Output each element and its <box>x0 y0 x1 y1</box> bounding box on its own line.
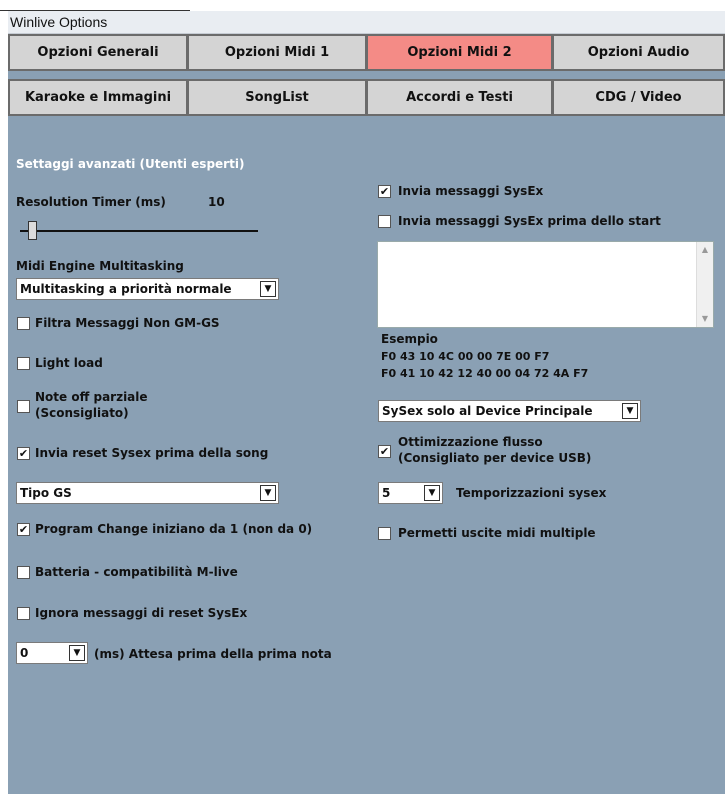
scroll-up-icon[interactable]: ▲ <box>697 242 713 258</box>
batteria-label: Batteria - compatibilità M-live <box>35 565 238 579</box>
invia-sysex-start-checkbox[interactable] <box>378 215 391 228</box>
note-off-checkbox[interactable] <box>17 400 30 413</box>
device-value: SySex solo al Device Principale <box>382 404 593 418</box>
permetti-label: Permetti uscite midi multiple <box>398 526 596 540</box>
midi-engine-value: Multitasking a priorità normale <box>20 282 232 296</box>
tab-opzioni-midi-2[interactable]: Opzioni Midi 2 <box>366 34 553 71</box>
chevron-down-icon[interactable]: ▼ <box>622 403 638 419</box>
ottimizzazione-checkbox[interactable]: ✔ <box>378 445 391 458</box>
temporizzazioni-select[interactable]: 5 ▼ <box>378 482 443 504</box>
attesa-value: 0 <box>20 646 29 660</box>
sysex-textarea[interactable]: ▲ ▼ <box>377 241 714 328</box>
ignora-checkbox[interactable] <box>17 607 30 620</box>
top-underline <box>0 0 190 11</box>
resolution-timer-label: Resolution Timer (ms) <box>16 195 166 209</box>
light-load-checkbox[interactable] <box>17 357 30 370</box>
permetti-checkbox[interactable] <box>378 527 391 540</box>
midi-engine-label: Midi Engine Multitasking <box>16 259 184 273</box>
note-off-label-line1: Note off parziale <box>35 390 148 404</box>
tab-songlist[interactable]: SongList <box>187 79 367 116</box>
title-bar: Winlive Options <box>8 11 725 34</box>
temporizzazioni-value: 5 <box>382 486 391 500</box>
invia-reset-checkbox[interactable]: ✔ <box>17 447 30 460</box>
filtra-checkbox[interactable] <box>17 317 30 330</box>
window-title: Winlive Options <box>10 14 108 30</box>
note-off-label-line2: (Sconsigliato) <box>35 406 129 420</box>
tab-opzioni-audio[interactable]: Opzioni Audio <box>552 34 725 71</box>
program-change-checkbox[interactable]: ✔ <box>17 523 30 536</box>
tab-opzioni-generali[interactable]: Opzioni Generali <box>8 34 188 71</box>
options-window: Winlive Options Opzioni Generali Opzioni… <box>8 11 725 794</box>
invia-sysex-checkbox[interactable]: ✔ <box>378 185 391 198</box>
tipo-select[interactable]: Tipo GS ▼ <box>16 482 279 504</box>
chevron-down-icon[interactable]: ▼ <box>260 281 276 297</box>
resolution-timer-slider-thumb[interactable] <box>28 221 37 240</box>
light-load-label: Light load <box>35 356 103 370</box>
section-title: Settaggi avanzati (Utenti esperti) <box>16 157 245 171</box>
example-line2: F0 41 10 42 12 40 00 04 72 4A F7 <box>381 367 589 380</box>
filtra-label: Filtra Messaggi Non GM-GS <box>35 316 220 330</box>
tab-bar: Opzioni Generali Opzioni Midi 1 Opzioni … <box>8 34 725 120</box>
example-title: Esempio <box>381 332 438 346</box>
chevron-down-icon[interactable]: ▼ <box>424 485 440 501</box>
temporizzazioni-label: Temporizzazioni sysex <box>456 486 607 500</box>
attesa-select[interactable]: 0 ▼ <box>16 642 88 664</box>
tipo-value: Tipo GS <box>20 486 72 500</box>
midi-engine-select[interactable]: Multitasking a priorità normale ▼ <box>16 278 279 300</box>
top-strip <box>0 0 725 11</box>
batteria-checkbox[interactable] <box>17 566 30 579</box>
chevron-down-icon[interactable]: ▼ <box>260 485 276 501</box>
example-line1: F0 43 10 4C 00 00 7E 00 F7 <box>381 350 550 363</box>
resolution-timer-slider-track[interactable] <box>20 230 258 232</box>
options-panel: Settaggi avanzati (Utenti esperti) Resol… <box>8 121 725 794</box>
scroll-down-icon[interactable]: ▼ <box>697 311 713 327</box>
ottimizzazione-label-line1: Ottimizzazione flusso <box>398 435 543 449</box>
resolution-timer-value: 10 <box>208 195 225 209</box>
tab-cdg-video[interactable]: CDG / Video <box>552 79 725 116</box>
textarea-scrollbar[interactable]: ▲ ▼ <box>696 242 713 327</box>
ignora-label: Ignora messaggi di reset SysEx <box>35 606 248 620</box>
invia-sysex-label: Invia messaggi SysEx <box>398 184 544 198</box>
attesa-label: (ms) Attesa prima della prima nota <box>94 647 332 661</box>
program-change-label: Program Change iniziano da 1 (non da 0) <box>35 522 313 536</box>
device-select[interactable]: SySex solo al Device Principale ▼ <box>378 400 641 422</box>
tab-opzioni-midi-1[interactable]: Opzioni Midi 1 <box>187 34 367 71</box>
tab-accordi-e-testi[interactable]: Accordi e Testi <box>366 79 553 116</box>
ottimizzazione-label-line2: (Consigliato per device USB) <box>398 451 592 465</box>
tab-karaoke-e-immagini[interactable]: Karaoke e Immagini <box>8 79 188 116</box>
chevron-down-icon[interactable]: ▼ <box>69 645 85 661</box>
invia-reset-label: Invia reset Sysex prima della song <box>35 446 269 460</box>
invia-sysex-start-label: Invia messaggi SysEx prima dello start <box>398 214 661 228</box>
